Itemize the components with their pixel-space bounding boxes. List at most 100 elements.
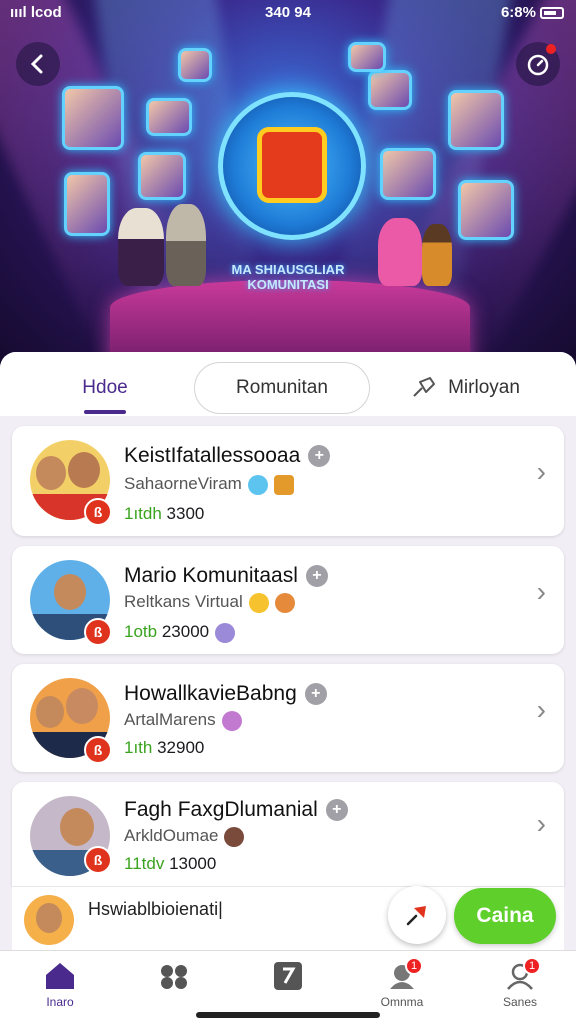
community-title: HowallkavieBabng + [124, 682, 327, 706]
community-title-text: HowallkavieBabng [124, 682, 297, 705]
avatar-badge: ß [84, 498, 112, 526]
emoji-icon [274, 592, 295, 613]
community-subtitle: SahaorneViram [124, 474, 294, 495]
community-subtitle-text: ArkldOumae [124, 826, 219, 845]
avatar-face [60, 808, 94, 846]
count-value: 13000 [169, 854, 217, 873]
chevron-right-icon: › [536, 694, 546, 725]
tab-label: Romunitan [236, 377, 328, 398]
avatar-face [36, 456, 66, 490]
avatar-badge: ß [84, 618, 112, 646]
count-value: 23000 [161, 622, 210, 641]
community-title: Fagh FaxgDlumanial + [124, 798, 348, 822]
community-subtitle-text: Reltkans Virtual [124, 592, 243, 611]
community-subtitle-text: ArtalMarens [124, 710, 216, 729]
home-indicator [196, 1012, 380, 1018]
hero-title-line: KOMUNITASI [247, 277, 329, 292]
community-card[interactable]: ß Mario Komunitaasl + Reltkans Virtual 1o… [12, 546, 564, 654]
community-card[interactable]: ß KeistIfatallessooaa + SahaorneViram 1ıt… [12, 426, 564, 536]
count-prefix: 1ıtdh [124, 504, 162, 523]
emoji-icon [221, 710, 242, 731]
profile-icon: 1 [503, 957, 541, 991]
hologram-photo-frame [64, 172, 110, 236]
community-title-text: Fagh FaxgDlumanial [124, 798, 318, 821]
nav-label: Inaro [46, 995, 74, 1009]
chevron-left-icon [30, 54, 43, 74]
hologram-photo-frame [380, 148, 436, 200]
avatar-face [54, 574, 86, 610]
chevron-right-icon: › [536, 456, 546, 487]
plus-icon[interactable]: + [325, 799, 348, 822]
nav-notifications[interactable]: 1 Omnma [362, 957, 442, 1009]
bottom-navigation: Inaro 1 Omnma 1 Sanes [0, 950, 576, 1024]
hologram-photo-frame [178, 48, 212, 82]
plus-icon[interactable]: + [305, 565, 328, 588]
nav-label: Omnma [380, 995, 424, 1009]
create-button[interactable]: Caina [454, 888, 556, 944]
timer-icon [527, 54, 549, 76]
hologram-photo-frame [138, 152, 186, 200]
hero-title-line: MA SHIAUSGLIAR [231, 262, 345, 277]
timer-button[interactable] [516, 42, 560, 86]
community-card[interactable]: ß HowallkavieBabng + ArtalMarens 1ıth 329… [12, 664, 564, 772]
community-title: Mario Komunitaasl + [124, 564, 328, 588]
tab-komunitas[interactable]: Romunitan [194, 362, 370, 414]
avatar-face [36, 696, 64, 728]
avatar-face [36, 903, 62, 933]
emoji-icon [247, 474, 268, 495]
user-avatar [24, 895, 74, 945]
member-count: 1ıth 32900 [124, 738, 204, 758]
battery-status: 6:8% [501, 4, 564, 21]
notification-dot [546, 44, 556, 54]
community-subtitle: ArkldOumae [124, 826, 245, 847]
pin-action-icon [406, 906, 426, 926]
community-icon [157, 961, 191, 991]
create-button-label: Caina [476, 904, 534, 927]
battery-icon [540, 7, 564, 20]
community-card[interactable]: ß Fagh FaxgDlumanial + ArkldOumae 11tdv 1… [12, 782, 564, 886]
emoji-icon [224, 826, 245, 847]
pin-icon [410, 376, 438, 400]
emoji-icon [248, 592, 269, 613]
music-note-icon [271, 961, 305, 991]
chevron-right-icon: › [536, 808, 546, 839]
basket-icon [273, 474, 294, 495]
plus-icon[interactable]: + [308, 445, 331, 468]
avatar-badge: ß [84, 736, 112, 764]
now-active-label: Hswiablbioienati| [88, 899, 223, 919]
notifications-icon: 1 [385, 957, 423, 991]
emblem-shield [257, 127, 327, 203]
nav-community[interactable] [134, 961, 214, 995]
chat-action-button[interactable] [388, 886, 446, 944]
avatar-badge: ß [84, 846, 112, 874]
community-title-text: Mario Komunitaasl [124, 564, 298, 587]
avatar-face [66, 688, 98, 724]
count-prefix: 11tdv [124, 854, 165, 873]
nav-profile[interactable]: 1 Sanes [480, 957, 560, 1009]
member-count: 1ıtdh 3300 [124, 504, 204, 524]
tab-bar: Hdoe Romunitan Mirloyan [0, 352, 576, 416]
hologram-photo-frame [448, 90, 504, 150]
community-subtitle-text: SahaorneViram [124, 474, 242, 493]
member-count: 1otb 23000 [124, 622, 236, 643]
member-count: 11tdv 13000 [124, 854, 216, 874]
community-title: KeistIfatallessooaa + [124, 444, 331, 468]
tab-label: Hdoe [82, 377, 128, 398]
count-prefix: 1ıth [124, 738, 153, 757]
count-value: 3300 [166, 504, 205, 523]
hologram-photo-frame [348, 42, 386, 72]
hologram-photo-frame [146, 98, 192, 136]
tab-home[interactable]: Hdoe [60, 362, 150, 414]
plus-icon[interactable]: + [304, 683, 327, 706]
chevron-right-icon: › [536, 576, 546, 607]
tab-mirloyan[interactable]: Mirloyan [400, 362, 530, 414]
hologram-photo-frame [368, 70, 412, 110]
hero-banner: MA SHIAUSGLIAR KOMUNITASI [0, 0, 576, 372]
notification-badge: 1 [405, 957, 423, 975]
community-title-text: KeistIfatallessooaa [124, 444, 301, 467]
back-button[interactable] [16, 42, 60, 86]
nav-home[interactable]: Inaro [20, 961, 100, 1009]
status-bar: ıııl lcod 340 94 6:8% [0, 0, 576, 28]
nav-music[interactable] [248, 961, 328, 995]
tab-label: Mirloyan [448, 377, 520, 398]
